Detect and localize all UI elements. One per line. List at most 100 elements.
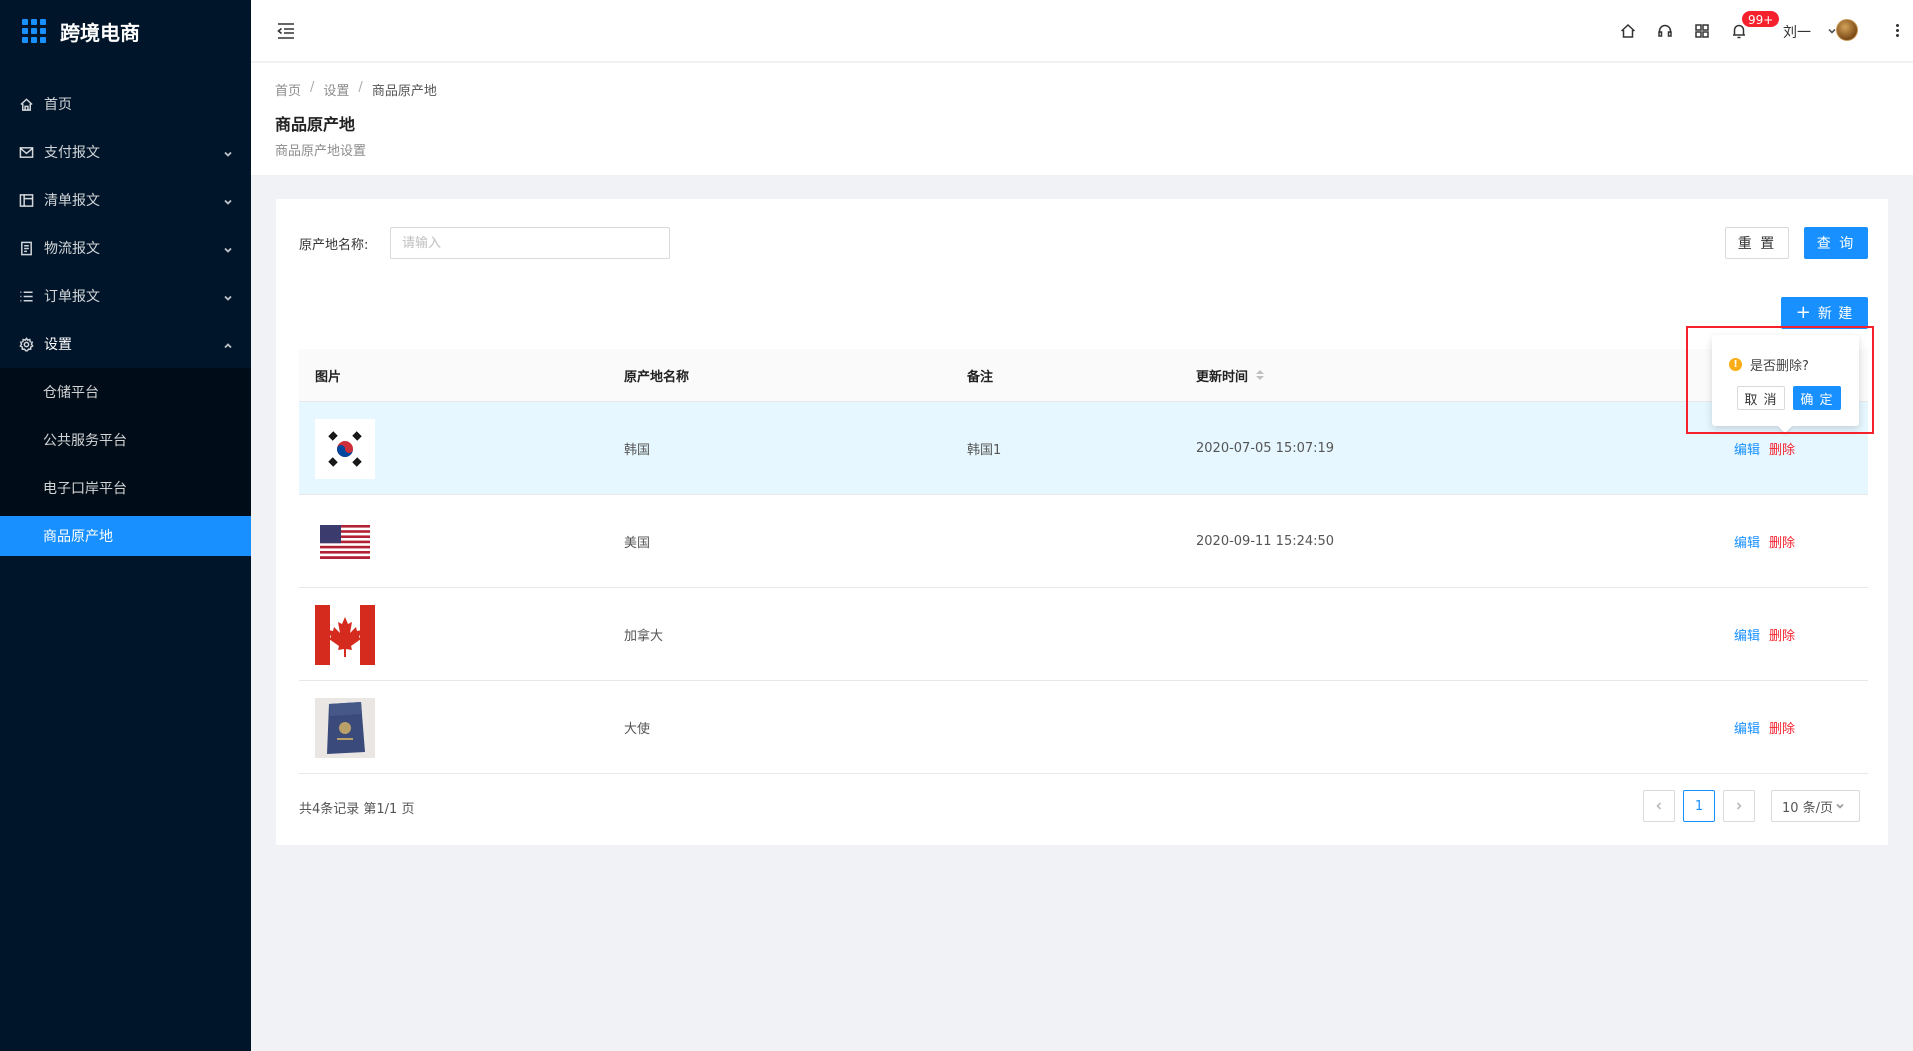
- breadcrumb-settings[interactable]: 设置: [323, 80, 349, 99]
- notification-badge: 99+: [1741, 10, 1781, 28]
- passport-photo-image: [315, 697, 375, 758]
- home-icon[interactable]: [1619, 22, 1637, 40]
- new-button-label: 新 建: [1817, 306, 1854, 322]
- more-vertical-icon[interactable]: [1894, 22, 1900, 40]
- row-updated-time: 2020-07-05 15:07:19: [1196, 441, 1335, 456]
- chevron-up-icon: [223, 339, 233, 349]
- row-origin-name: 韩国: [624, 443, 651, 458]
- edit-link[interactable]: 编辑: [1734, 718, 1760, 737]
- content-card: 原产地名称: 重 置 查 询 + 新 建 图片 原产地名称 备注 更新时间: [276, 199, 1888, 845]
- sidebar-item-label: 清单报文: [44, 193, 100, 209]
- delete-link[interactable]: 删除: [1769, 532, 1795, 551]
- settings-submenu: 仓储平台 公共服务平台 电子口岸平台 商品原产地: [0, 368, 251, 556]
- table-row: 加拿大 编辑 删除: [299, 588, 1868, 681]
- popconfirm-ok-button[interactable]: 确 定: [1793, 386, 1841, 410]
- table-row: 韩国 韩国1 2020-07-05 15:07:19 编辑 删除: [299, 402, 1868, 495]
- page-number-button[interactable]: 1: [1683, 790, 1715, 822]
- chevron-down-icon: [223, 243, 233, 253]
- flag-canada-image: [315, 604, 375, 665]
- table-header: 图片 原产地名称 备注 更新时间: [299, 349, 1868, 402]
- gear-icon: [18, 336, 34, 352]
- page-description: 商品原产地设置: [275, 144, 367, 159]
- sidebar-item-label: 订单报文: [44, 289, 100, 305]
- sidebar-item-warehouse-platform[interactable]: 仓储平台: [0, 368, 251, 416]
- page-size-value: 10 条/页: [1782, 800, 1834, 816]
- pagination-summary: 共4条记录 第1/1 页: [299, 802, 415, 817]
- sidebar-item-orders[interactable]: 订单报文: [0, 272, 251, 320]
- row-origin-name: 美国: [624, 536, 651, 551]
- row-actions: 编辑 删除: [1734, 681, 1795, 774]
- sidebar-item-label: 物流报文: [44, 241, 100, 257]
- flag-korea-image: [315, 418, 375, 479]
- mail-icon: [18, 144, 34, 160]
- next-page-button[interactable]: [1723, 790, 1755, 822]
- chevron-down-icon: [223, 147, 233, 157]
- sidebar-item-payment[interactable]: 支付报文: [0, 128, 251, 176]
- query-button[interactable]: 查 询: [1804, 227, 1868, 259]
- edit-link[interactable]: 编辑: [1734, 439, 1760, 458]
- sidebar-item-public-service-platform[interactable]: 公共服务平台: [0, 416, 251, 464]
- row-image-cell: [315, 681, 375, 774]
- chevron-down-icon: [223, 195, 233, 205]
- sidebar-item-e-port-platform[interactable]: 电子口岸平台: [0, 464, 251, 512]
- sort-icon[interactable]: [1256, 369, 1265, 381]
- new-button[interactable]: + 新 建: [1781, 297, 1868, 329]
- logo[interactable]: 跨境电商: [0, 0, 251, 62]
- row-actions: 编辑 删除: [1734, 495, 1795, 588]
- row-note: 韩国1: [967, 443, 1002, 458]
- menu-fold-icon[interactable]: [276, 22, 296, 40]
- edit-link[interactable]: 编辑: [1734, 532, 1760, 551]
- sidebar-item-logistics[interactable]: 物流报文: [0, 224, 251, 272]
- exclamation-circle-icon: !: [1729, 358, 1742, 371]
- home-icon: [18, 96, 34, 112]
- sidebar-item-product-origin[interactable]: 商品原产地: [0, 516, 251, 556]
- origin-name-input[interactable]: [390, 227, 670, 259]
- popconfirm-message: ! 是否删除?: [1729, 355, 1809, 374]
- delete-popconfirm: ! 是否删除? 取 消 确 定: [1712, 335, 1859, 426]
- chevron-down-icon: [1836, 803, 1844, 809]
- sidebar-item-settings[interactable]: 设置: [0, 320, 251, 368]
- row-origin-name: 大使: [624, 722, 651, 737]
- origin-table: 图片 原产地名称 备注 更新时间 韩国 韩国1 2020-07-05 15:07…: [299, 349, 1868, 774]
- sidebar-item-home[interactable]: 首页: [0, 80, 251, 128]
- column-header-note: 备注: [967, 369, 994, 385]
- sidebar: 跨境电商 首页 支付报文 清单报文 物流报文 订单报文 设置 仓储平台 公共服务…: [0, 0, 251, 1051]
- sidebar-item-manifest[interactable]: 清单报文: [0, 176, 251, 224]
- delete-link[interactable]: 删除: [1769, 718, 1795, 737]
- origin-name-label: 原产地名称:: [299, 238, 369, 253]
- page-size-select[interactable]: 10 条/页: [1771, 790, 1860, 822]
- headset-icon[interactable]: [1656, 22, 1674, 40]
- appstore-icon[interactable]: [1693, 22, 1711, 40]
- page-title: 商品原产地: [275, 115, 356, 134]
- table-row: 美国 2020-09-11 15:24:50 编辑 删除: [299, 495, 1868, 588]
- file-icon: [18, 240, 34, 256]
- sidebar-item-label: 首页: [44, 97, 72, 113]
- plus-icon: +: [1795, 302, 1812, 323]
- apps-grid-icon: [22, 19, 46, 43]
- breadcrumb-separator: /: [358, 80, 363, 95]
- breadcrumb-current: 商品原产地: [371, 84, 437, 99]
- layout-icon: [18, 192, 34, 208]
- breadcrumb: 首页 / 设置 / 商品原产地: [275, 80, 437, 99]
- table-row: 大使 编辑 删除: [299, 681, 1868, 774]
- app-title: 跨境电商: [60, 20, 140, 45]
- column-header-image: 图片: [315, 369, 342, 385]
- row-image-cell: [315, 495, 375, 588]
- top-header: 99+ 刘一: [251, 0, 1913, 62]
- row-image-cell: [315, 588, 375, 681]
- delete-link[interactable]: 删除: [1769, 625, 1795, 644]
- user-name[interactable]: 刘一: [1783, 22, 1811, 42]
- avatar[interactable]: [1836, 19, 1858, 41]
- row-origin-name: 加拿大: [624, 629, 664, 644]
- row-updated-time: 2020-09-11 15:24:50: [1196, 534, 1335, 549]
- chevron-left-icon: [1656, 802, 1662, 810]
- popconfirm-cancel-button[interactable]: 取 消: [1737, 386, 1785, 410]
- column-header-updated-time[interactable]: 更新时间: [1196, 366, 1265, 385]
- breadcrumb-separator: /: [310, 80, 315, 95]
- breadcrumb-home[interactable]: 首页: [275, 80, 301, 99]
- reset-button[interactable]: 重 置: [1725, 227, 1789, 259]
- prev-page-button[interactable]: [1643, 790, 1675, 822]
- row-image-cell: [315, 402, 375, 495]
- delete-link[interactable]: 删除: [1769, 439, 1795, 458]
- edit-link[interactable]: 编辑: [1734, 625, 1760, 644]
